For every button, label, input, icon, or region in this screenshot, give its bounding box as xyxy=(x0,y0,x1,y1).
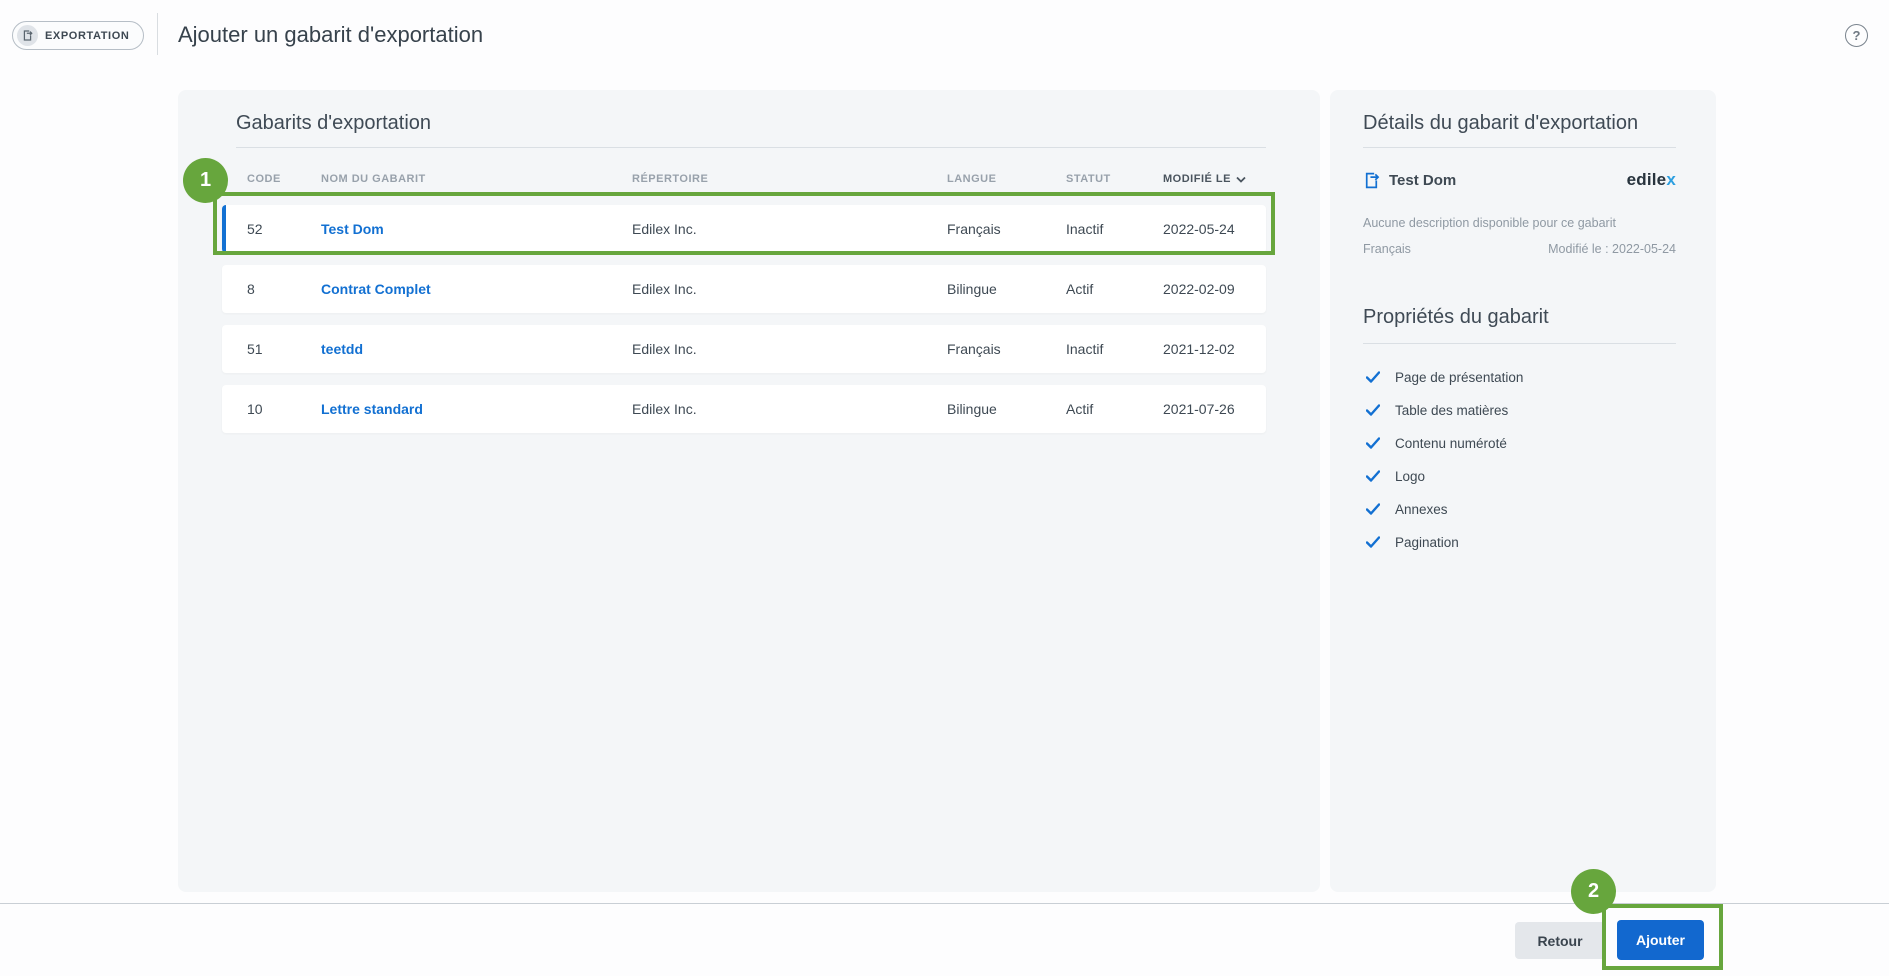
details-template-name: Test Dom xyxy=(1389,172,1456,189)
cell-modifie: 2021-07-26 xyxy=(1163,401,1266,417)
column-header-modifie[interactable]: MODIFIÉ LE xyxy=(1163,173,1266,185)
cell-statut: Inactif xyxy=(1066,341,1163,357)
properties-rule xyxy=(1363,343,1676,344)
table-body: 52 Test Dom Edilex Inc. Français Inactif… xyxy=(222,205,1266,445)
table-row[interactable]: 51 teetdd Edilex Inc. Français Inactif 2… xyxy=(222,325,1266,373)
templates-panel-rule xyxy=(236,147,1266,148)
property-item: Table des matières xyxy=(1366,400,1676,420)
table-row[interactable]: 10 Lettre standard Edilex Inc. Bilingue … xyxy=(222,385,1266,433)
property-label: Contenu numéroté xyxy=(1395,436,1507,451)
details-modified: Modifié le : 2022-05-24 xyxy=(1548,242,1676,256)
column-header-statut[interactable]: STATUT xyxy=(1066,173,1163,185)
table-row[interactable]: 52 Test Dom Edilex Inc. Français Inactif… xyxy=(222,205,1266,253)
column-header-name[interactable]: NOM DU GABARIT xyxy=(321,173,632,185)
templates-panel: Gabarits d'exportation CODE NOM DU GABAR… xyxy=(178,90,1320,892)
table-header-row: CODE NOM DU GABARIT RÉPERTOIRE LANGUE ST… xyxy=(222,168,1266,190)
properties-list: Page de présentation Table des matières … xyxy=(1366,367,1676,565)
selected-row-indicator xyxy=(222,205,226,253)
back-button[interactable]: Retour xyxy=(1515,922,1605,959)
help-icon[interactable]: ? xyxy=(1845,24,1868,47)
cell-repertoire: Edilex Inc. xyxy=(632,221,947,237)
check-icon xyxy=(1366,470,1380,482)
column-header-langue[interactable]: LANGUE xyxy=(947,173,1066,185)
column-header-repertoire[interactable]: RÉPERTOIRE xyxy=(632,173,947,185)
details-template-row: Test Dom edilex xyxy=(1363,170,1676,190)
cell-statut: Actif xyxy=(1066,401,1163,417)
property-item: Annexes xyxy=(1366,499,1676,519)
table-row[interactable]: 8 Contrat Complet Edilex Inc. Bilingue A… xyxy=(222,265,1266,313)
property-label: Pagination xyxy=(1395,535,1459,550)
cell-modifie: 2022-05-24 xyxy=(1163,221,1266,237)
template-link[interactable]: Contrat Complet xyxy=(321,281,632,297)
sort-chevron-down-icon xyxy=(1236,176,1246,183)
cell-langue: Bilingue xyxy=(947,281,1066,297)
column-header-modifie-label: MODIFIÉ LE xyxy=(1163,173,1231,185)
templates-panel-title: Gabarits d'exportation xyxy=(236,112,431,135)
check-icon xyxy=(1366,536,1380,548)
details-meta-row: Français Modifié le : 2022-05-24 xyxy=(1363,242,1676,256)
details-rule xyxy=(1363,147,1676,148)
property-item: Contenu numéroté xyxy=(1366,433,1676,453)
cell-statut: Actif xyxy=(1066,281,1163,297)
add-button[interactable]: Ajouter xyxy=(1617,920,1704,960)
property-label: Annexes xyxy=(1395,502,1448,517)
cell-code: 51 xyxy=(247,341,321,357)
properties-title: Propriétés du gabarit xyxy=(1363,306,1549,329)
template-link[interactable]: Test Dom xyxy=(321,221,632,237)
template-link[interactable]: teetdd xyxy=(321,341,632,357)
exportation-badge[interactable]: EXPORTATION xyxy=(12,21,144,50)
check-icon xyxy=(1366,371,1380,383)
check-icon xyxy=(1366,404,1380,416)
cell-code: 52 xyxy=(247,221,321,237)
property-item: Pagination xyxy=(1366,532,1676,552)
template-link[interactable]: Lettre standard xyxy=(321,401,632,417)
cell-repertoire: Edilex Inc. xyxy=(632,281,947,297)
cell-langue: Français xyxy=(947,341,1066,357)
property-label: Logo xyxy=(1395,469,1425,484)
cell-code: 10 xyxy=(247,401,321,417)
check-icon xyxy=(1366,503,1380,515)
details-description: Aucune description disponible pour ce ga… xyxy=(1363,216,1616,230)
export-file-icon xyxy=(17,25,38,46)
property-item: Logo xyxy=(1366,466,1676,486)
cell-modifie: 2022-02-09 xyxy=(1163,281,1266,297)
page: EXPORTATION Ajouter un gabarit d'exporta… xyxy=(0,0,1889,976)
cell-repertoire: Edilex Inc. xyxy=(632,401,947,417)
property-label: Table des matières xyxy=(1395,403,1508,418)
header-divider xyxy=(157,13,158,55)
cell-langue: Français xyxy=(947,221,1066,237)
edilex-logo: edilex xyxy=(1627,170,1676,190)
cell-repertoire: Edilex Inc. xyxy=(632,341,947,357)
cell-langue: Bilingue xyxy=(947,401,1066,417)
details-language: Français xyxy=(1363,242,1411,256)
cell-code: 8 xyxy=(247,281,321,297)
property-item: Page de présentation xyxy=(1366,367,1676,387)
file-export-icon xyxy=(1363,172,1380,189)
page-title: Ajouter un gabarit d'exportation xyxy=(178,22,483,48)
check-icon xyxy=(1366,437,1380,449)
property-label: Page de présentation xyxy=(1395,370,1523,385)
details-title: Détails du gabarit d'exportation xyxy=(1363,112,1638,135)
details-panel: Détails du gabarit d'exportation Test Do… xyxy=(1330,90,1716,892)
cell-statut: Inactif xyxy=(1066,221,1163,237)
cell-modifie: 2021-12-02 xyxy=(1163,341,1266,357)
column-header-code[interactable]: CODE xyxy=(247,173,321,185)
badge-label: EXPORTATION xyxy=(45,30,129,42)
footer-divider xyxy=(0,903,1889,904)
